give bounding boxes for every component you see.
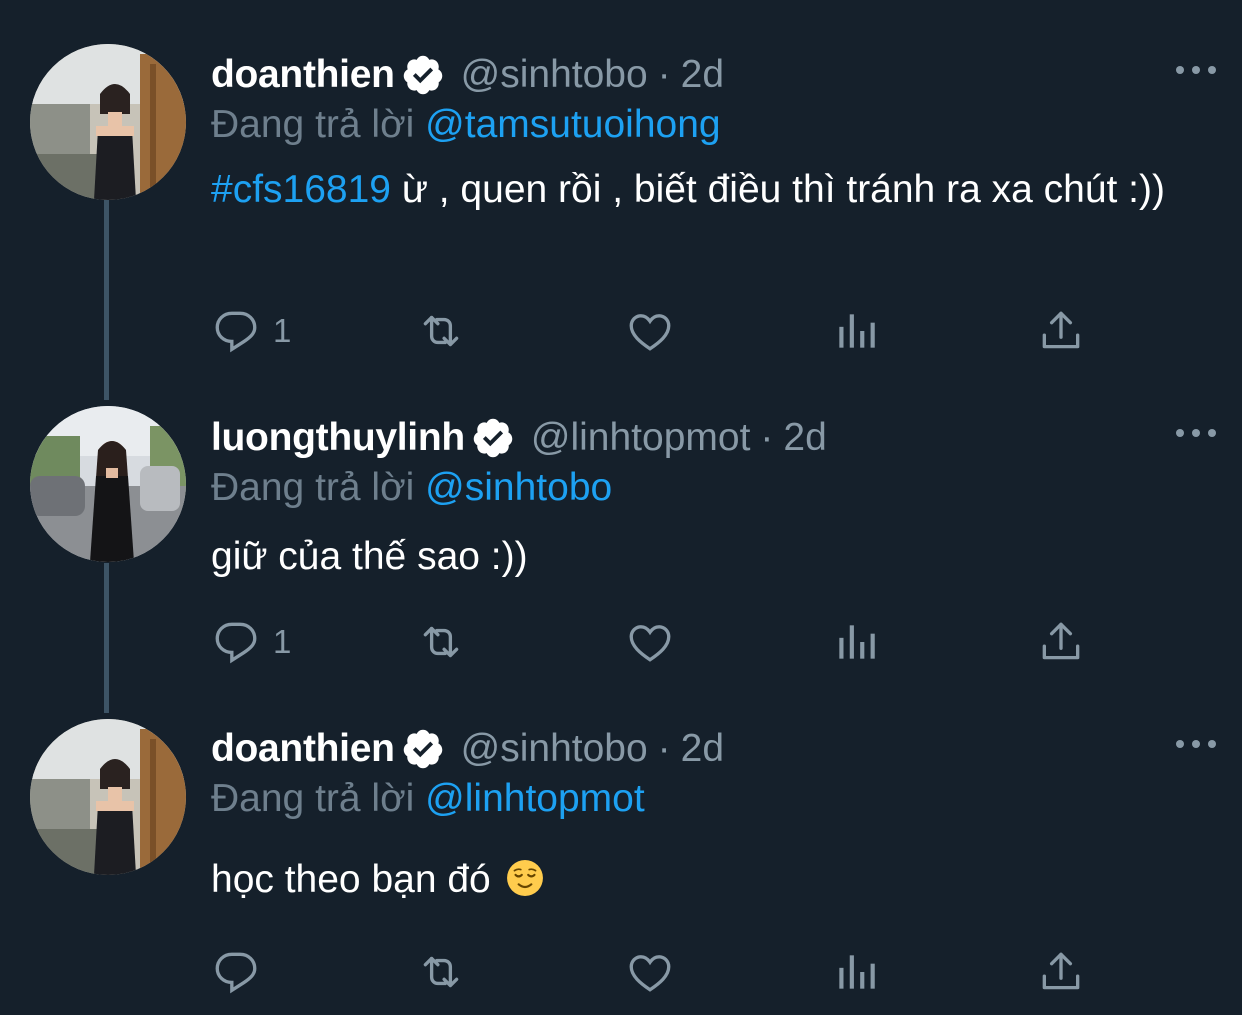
- avatar-image: [30, 719, 186, 875]
- mention-link[interactable]: @tamsutuoihong: [425, 103, 720, 146]
- handle[interactable]: @linhtopmot: [531, 413, 751, 463]
- share-button[interactable]: [1036, 306, 1086, 356]
- tweet-text: giữ của thế sao :)): [211, 535, 528, 578]
- share-button[interactable]: [1036, 947, 1086, 997]
- share-icon: [1042, 622, 1080, 660]
- avatar[interactable]: [30, 406, 186, 562]
- reply-icon: [215, 622, 257, 664]
- like-button[interactable]: [625, 947, 675, 997]
- avatar-image: [30, 406, 186, 562]
- analytics-button[interactable]: [831, 617, 881, 667]
- like-icon: [629, 314, 671, 351]
- replying-to-label: Đang trả lời: [211, 103, 415, 146]
- avatar[interactable]: [30, 719, 186, 875]
- retweet-icon: [423, 626, 459, 658]
- analytics-button[interactable]: [831, 947, 881, 997]
- more-dots-icon[interactable]: [1174, 423, 1218, 443]
- separator-dot: ·: [657, 53, 671, 96]
- replying-to: Đang trả lời @tamsutuoihong: [211, 100, 1171, 150]
- tweet-body: ừ , quen rồi , biết điều thì tránh ra xa…: [390, 168, 1165, 211]
- analytics-icon: [839, 625, 875, 659]
- analytics-button[interactable]: [831, 306, 881, 356]
- timestamp[interactable]: 2d: [681, 724, 724, 774]
- analytics-icon: [839, 955, 875, 989]
- display-name[interactable]: doanthien: [211, 50, 395, 100]
- tweet[interactable]: doanthien @sinhtobo · 2d Đang trả lời @t…: [0, 0, 1242, 370]
- reply-button[interactable]: 1: [211, 617, 291, 667]
- like-icon: [629, 955, 671, 992]
- action-bar: 1: [211, 306, 1111, 356]
- retweet-icon: [423, 315, 459, 347]
- relieved-face-emoji: [506, 860, 543, 896]
- replying-to: Đang trả lời @sinhtobo: [211, 463, 1171, 513]
- verified-badge-icon: [403, 55, 442, 95]
- replying-to: Đang trả lời @linhtopmot: [211, 774, 1171, 824]
- separator-dot: ·: [657, 727, 671, 770]
- retweet-button[interactable]: [416, 617, 466, 667]
- timestamp[interactable]: 2d: [681, 50, 724, 100]
- share-button[interactable]: [1036, 617, 1086, 667]
- tweet-text: #cfs16819 ừ , quen rồi , biết điều thì t…: [211, 166, 1171, 213]
- action-bar: 1: [211, 617, 1111, 667]
- mention-link[interactable]: @linhtopmot: [425, 777, 645, 820]
- like-button[interactable]: [625, 617, 675, 667]
- tweet-header: luongthuylinh @linhtopmot · 2d: [211, 413, 1171, 463]
- retweet-button[interactable]: [416, 306, 466, 356]
- handle[interactable]: @sinhtobo: [461, 50, 648, 100]
- share-icon: [1042, 952, 1080, 990]
- action-bar: [211, 947, 1111, 997]
- hashtag-link[interactable]: #cfs16819: [211, 168, 391, 211]
- reply-button[interactable]: [211, 947, 273, 997]
- tweet[interactable]: luongthuylinh @linhtopmot · 2d Đang trả …: [0, 380, 1242, 690]
- separator-dot: ·: [760, 416, 774, 459]
- verified-badge-icon: [403, 729, 442, 769]
- mention-link[interactable]: @sinhtobo: [425, 466, 612, 509]
- tweet-header: doanthien @sinhtobo · 2d: [211, 50, 1171, 100]
- tweet-header: doanthien @sinhtobo · 2d: [211, 724, 1171, 774]
- retweet-icon: [423, 956, 459, 988]
- more-dots-icon[interactable]: [1174, 60, 1218, 80]
- more-dots-icon[interactable]: [1174, 734, 1218, 754]
- like-icon: [629, 625, 671, 662]
- like-button[interactable]: [625, 306, 675, 356]
- display-name[interactable]: doanthien: [211, 724, 395, 774]
- reply-count: 1: [273, 312, 292, 349]
- analytics-icon: [839, 314, 875, 348]
- replying-to-label: Đang trả lời: [211, 466, 415, 509]
- retweet-button[interactable]: [416, 947, 466, 997]
- reply-icon: [215, 952, 257, 994]
- reply-button[interactable]: 1: [211, 306, 291, 356]
- verified-badge-icon: [473, 418, 513, 458]
- avatar[interactable]: [30, 44, 186, 200]
- tweet-text: học theo bạn đó: [211, 856, 1171, 903]
- replying-to-label: Đang trả lời: [211, 777, 415, 820]
- tweet-body: học theo bạn đó: [211, 858, 502, 901]
- display-name[interactable]: luongthuylinh: [211, 413, 465, 463]
- share-icon: [1042, 311, 1080, 349]
- tweet[interactable]: doanthien @sinhtobo · 2d Đang trả lời @l…: [0, 700, 1242, 1015]
- reply-icon: [215, 311, 257, 353]
- avatar-image: [30, 44, 186, 200]
- reply-count: 1: [273, 623, 292, 660]
- timestamp[interactable]: 2d: [783, 413, 826, 463]
- handle[interactable]: @sinhtobo: [461, 724, 648, 774]
